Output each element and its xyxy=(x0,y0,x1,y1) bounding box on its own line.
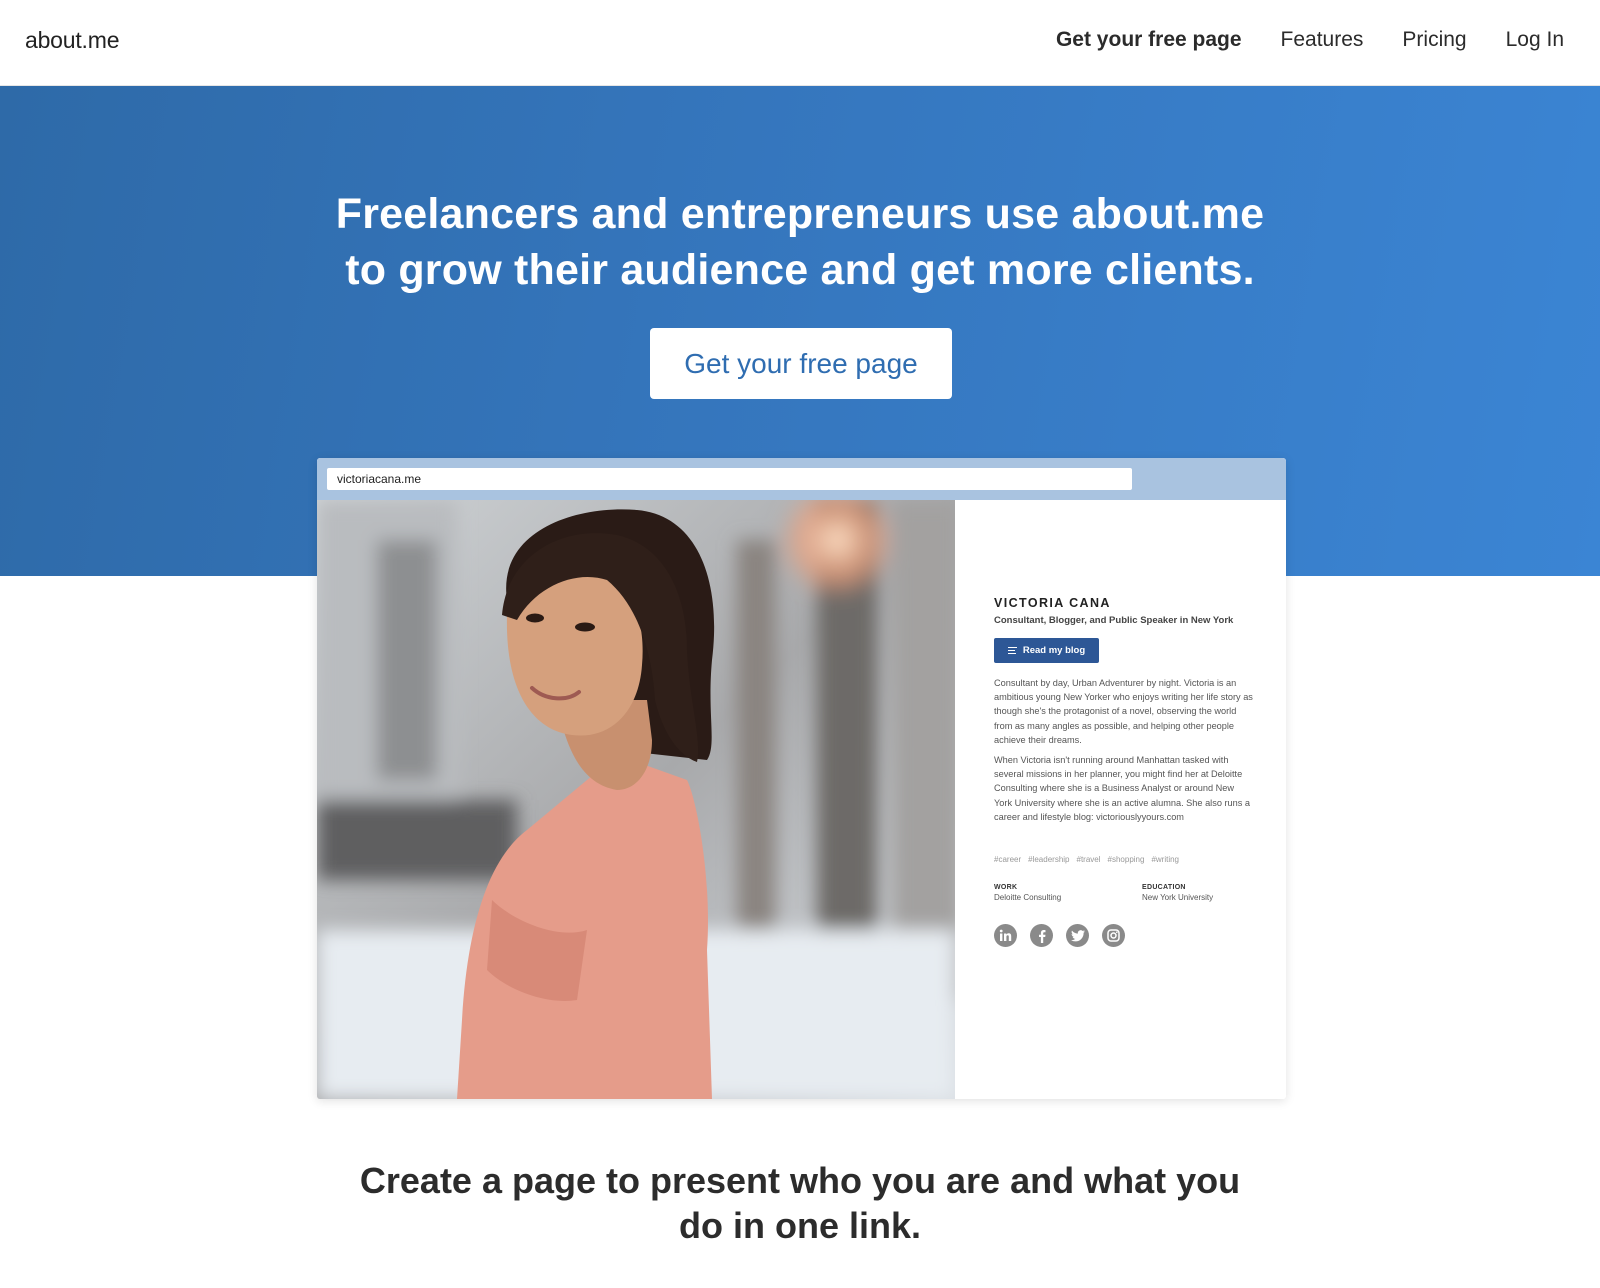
nav-features-link[interactable]: Features xyxy=(1281,28,1364,52)
profile-name: VICTORIA CANA xyxy=(994,596,1111,610)
logo[interactable]: about.me xyxy=(25,27,120,54)
bottom-tagline-line-1: Create a page to present who you are and… xyxy=(359,1160,1241,1201)
browser-mockup: victoriacana.me VICTORIA CANA Consultant… xyxy=(317,458,1286,1099)
mockup-url: victoriacana.me xyxy=(327,468,1132,490)
read-my-blog-label: Read my blog xyxy=(1022,645,1086,656)
get-free-page-button[interactable]: Get your free page xyxy=(650,328,952,399)
mockup-address-bar: victoriacana.me xyxy=(317,458,1286,500)
tag-leadership[interactable]: #leadership xyxy=(1028,855,1069,864)
profile-photo xyxy=(317,500,955,1099)
hero-title: Freelancers and entrepreneurs use about.… xyxy=(0,186,1600,298)
hero-title-line-1: Freelancers and entrepreneurs use about.… xyxy=(335,190,1265,238)
bottom-tagline: Create a page to present who you are and… xyxy=(0,1158,1600,1248)
profile-panel: VICTORIA CANA Consultant, Blogger, and P… xyxy=(955,500,1286,1099)
profile-bio-2: When Victoria isn't running around Manha… xyxy=(994,755,1251,822)
tag-travel[interactable]: #travel xyxy=(1077,855,1101,864)
social-links xyxy=(994,924,1125,947)
nav-links: Get your free page Features Pricing Log … xyxy=(1056,28,1564,52)
profile-bio-1: Consultant by day, Urban Adventurer by n… xyxy=(994,678,1253,745)
tag-writing[interactable]: #writing xyxy=(1151,855,1179,864)
twitter-icon[interactable] xyxy=(1066,924,1089,947)
instagram-icon[interactable] xyxy=(1102,924,1125,947)
profile-tagline: Consultant, Blogger, and Public Speaker … xyxy=(994,615,1234,626)
work-info: WORK Deloitte Consulting xyxy=(994,884,1061,902)
profile-tags: #career #leadership #travel #shopping #w… xyxy=(994,855,1179,864)
facebook-icon[interactable] xyxy=(1030,924,1053,947)
tag-career[interactable]: #career xyxy=(994,855,1021,864)
hero-title-line-2: to grow their audience and get more clie… xyxy=(345,246,1255,294)
tag-shopping[interactable]: #shopping xyxy=(1108,855,1145,864)
education-label: EDUCATION xyxy=(1142,884,1186,891)
work-label: WORK xyxy=(994,884,1018,891)
read-my-blog-button[interactable]: Read my blog xyxy=(994,638,1099,663)
nav-pricing-link[interactable]: Pricing xyxy=(1402,28,1466,52)
education-info: EDUCATION New York University xyxy=(1142,884,1213,902)
nav-get-free-page-link[interactable]: Get your free page xyxy=(1056,28,1242,52)
education-value: New York University xyxy=(1142,893,1214,902)
linkedin-icon[interactable] xyxy=(994,924,1017,947)
work-value: Deloitte Consulting xyxy=(994,893,1062,902)
list-icon xyxy=(1007,645,1017,655)
bottom-tagline-line-2: do in one link. xyxy=(679,1205,921,1246)
top-nav: about.me Get your free page Features Pri… xyxy=(0,0,1600,86)
nav-login-link[interactable]: Log In xyxy=(1506,28,1564,52)
